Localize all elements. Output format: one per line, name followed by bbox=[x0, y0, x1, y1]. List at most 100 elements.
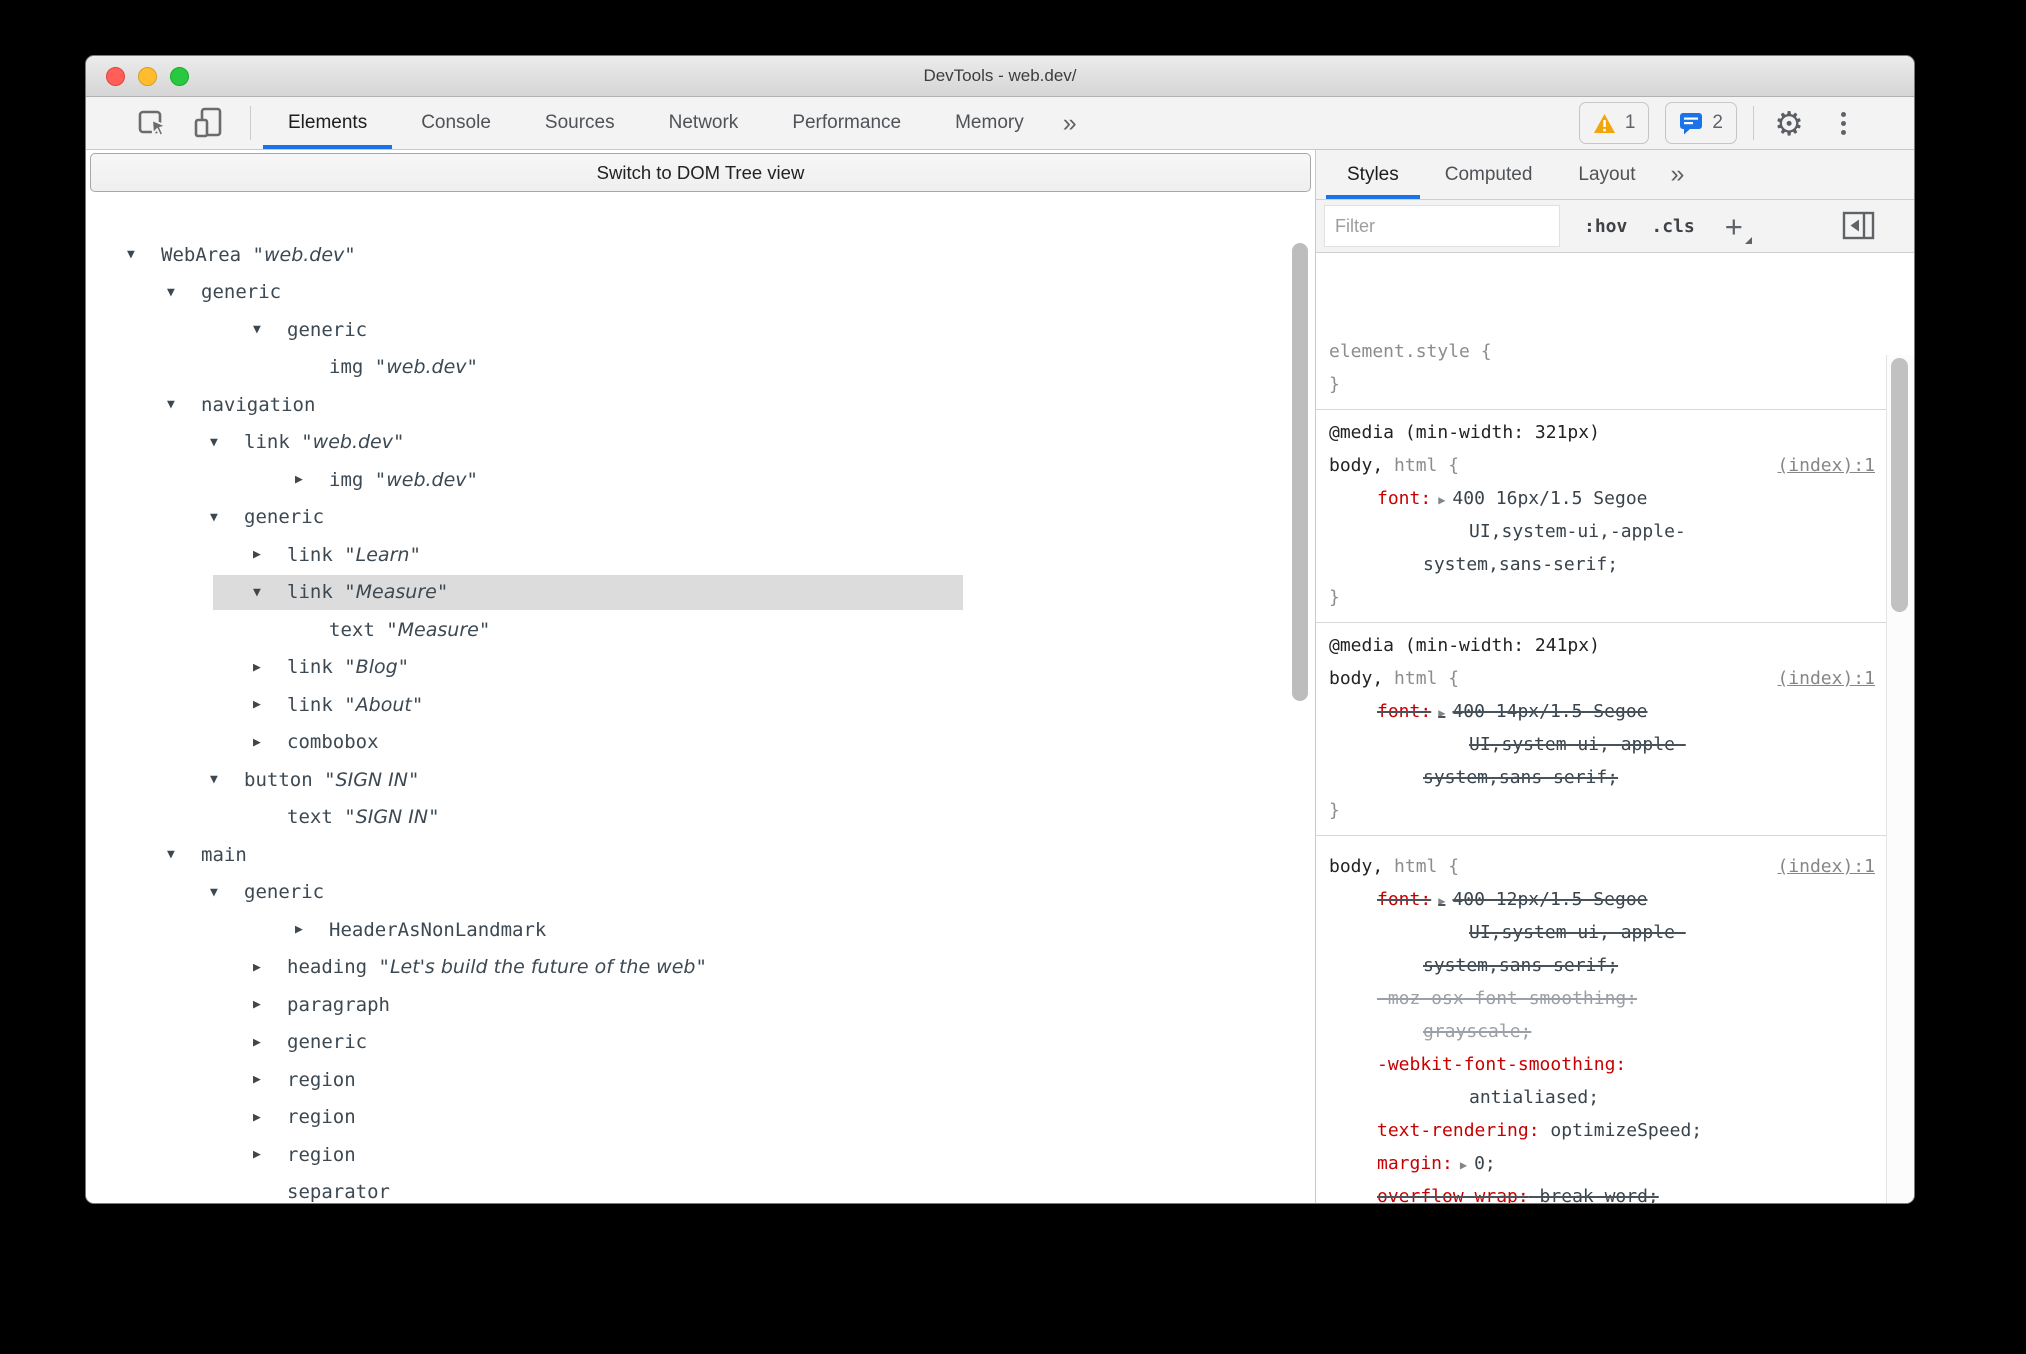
expand-value-arrow-icon[interactable]: ▶ bbox=[1438, 493, 1445, 507]
tree-row-region[interactable]: ▶ region bbox=[86, 1099, 1291, 1137]
css-line[interactable]: system,sans-serif; bbox=[1329, 761, 1877, 794]
expanded-arrow-icon[interactable]: ▼ bbox=[210, 772, 244, 787]
css-line[interactable]: system,sans-serif; bbox=[1329, 949, 1877, 982]
tab-memory[interactable]: Memory bbox=[928, 97, 1051, 149]
settings-gear-icon[interactable]: ⚙ bbox=[1770, 103, 1808, 143]
tree-row-generic[interactable]: ▶ generic bbox=[86, 1024, 1291, 1062]
tree-row-navigation[interactable]: ▼ navigation bbox=[86, 386, 1291, 424]
zoom-window-button[interactable] bbox=[170, 66, 189, 86]
css-line[interactable]: } bbox=[1329, 794, 1877, 827]
tab-sources[interactable]: Sources bbox=[518, 97, 642, 149]
collapsed-arrow-icon[interactable]: ▶ bbox=[253, 697, 287, 712]
tree-row-link-measure[interactable]: ▼ link " Measure " bbox=[86, 574, 1291, 612]
collapsed-arrow-icon[interactable]: ▶ bbox=[253, 1035, 287, 1050]
tree-row-combobox[interactable]: ▶ combobox bbox=[86, 724, 1291, 762]
expand-value-arrow-icon[interactable]: ▶ bbox=[1438, 894, 1445, 908]
css-line[interactable]: font: ▶ 400 12px/1.5 Segoe bbox=[1329, 883, 1877, 916]
minimize-window-button[interactable] bbox=[138, 66, 157, 86]
tree-row-generic[interactable]: ▼ generic bbox=[86, 499, 1291, 537]
expand-value-arrow-icon[interactable]: ▶ bbox=[1460, 1158, 1467, 1172]
styles-filter-input[interactable] bbox=[1324, 205, 1560, 247]
css-line[interactable]: grayscale; bbox=[1329, 1015, 1877, 1048]
css-line[interactable]: font: ▶ 400 14px/1.5 Segoe bbox=[1329, 695, 1877, 728]
css-line[interactable]: UI,system-ui,-apple- bbox=[1329, 916, 1877, 949]
css-line[interactable]: font: ▶ 400 16px/1.5 Segoe bbox=[1329, 482, 1877, 515]
tree-row-link-web-dev[interactable]: ▼ link " web.dev " bbox=[86, 424, 1291, 462]
tab-console[interactable]: Console bbox=[394, 97, 518, 149]
tree-row-webarea-web-dev[interactable]: ▼ WebArea " web.dev " bbox=[86, 236, 1291, 274]
collapsed-arrow-icon[interactable]: ▶ bbox=[253, 1110, 287, 1125]
tree-row-region[interactable]: ▶ region bbox=[86, 1136, 1291, 1174]
collapsed-arrow-icon[interactable]: ▶ bbox=[253, 1072, 287, 1087]
close-window-button[interactable] bbox=[106, 66, 125, 86]
css-line[interactable]: element.style { bbox=[1329, 335, 1877, 368]
stylesheet-source-link[interactable]: (index):1 bbox=[1777, 850, 1875, 883]
sidebar-tab-computed[interactable]: Computed bbox=[1422, 150, 1556, 199]
expanded-arrow-icon[interactable]: ▼ bbox=[167, 847, 201, 862]
css-line[interactable]: overflow-wrap: break-word; bbox=[1329, 1180, 1877, 1203]
tree-row-main[interactable]: ▼ main bbox=[86, 836, 1291, 874]
inspect-element-icon[interactable] bbox=[134, 103, 172, 143]
expanded-arrow-icon[interactable]: ▼ bbox=[127, 247, 161, 262]
tree-row-generic[interactable]: ▼ generic bbox=[86, 874, 1291, 912]
toggle-sidebar-icon[interactable] bbox=[1842, 211, 1876, 241]
styles-scrollbar-thumb[interactable] bbox=[1891, 358, 1908, 612]
css-line[interactable]: UI,system-ui,-apple- bbox=[1329, 515, 1877, 548]
tree-row-text-measure[interactable]: text " Measure " bbox=[86, 611, 1291, 649]
messages-badge[interactable]: 2 bbox=[1665, 102, 1737, 144]
tree-row-img-web-dev[interactable]: ▶ img " web.dev " bbox=[86, 461, 1291, 499]
device-toolbar-icon[interactable] bbox=[192, 103, 230, 143]
tree-row-generic[interactable]: ▼ generic bbox=[86, 274, 1291, 312]
css-line[interactable]: -webkit-font-smoothing: bbox=[1329, 1048, 1877, 1081]
expanded-arrow-icon[interactable]: ▼ bbox=[167, 285, 201, 300]
tree-row-separator[interactable]: separator bbox=[86, 1174, 1291, 1203]
expanded-arrow-icon[interactable]: ▼ bbox=[167, 397, 201, 412]
expanded-arrow-icon[interactable]: ▼ bbox=[210, 885, 244, 900]
new-style-rule-button[interactable]: + bbox=[1725, 211, 1752, 244]
expanded-arrow-icon[interactable]: ▼ bbox=[210, 510, 244, 525]
collapsed-arrow-icon[interactable]: ▶ bbox=[295, 922, 329, 937]
css-line[interactable]: body, html {(index):1 bbox=[1329, 662, 1877, 695]
tree-row-link-blog[interactable]: ▶ link " Blog " bbox=[86, 649, 1291, 687]
switch-to-dom-tree-button[interactable]: Switch to DOM Tree view bbox=[90, 153, 1311, 192]
stylesheet-source-link[interactable]: (index):1 bbox=[1777, 662, 1875, 695]
collapsed-arrow-icon[interactable]: ▶ bbox=[295, 472, 329, 487]
collapsed-arrow-icon[interactable]: ▶ bbox=[253, 735, 287, 750]
css-line[interactable]: antialiased; bbox=[1329, 1081, 1877, 1114]
css-line[interactable]: @media (min-width: 241px) bbox=[1329, 629, 1877, 662]
css-line[interactable]: body, html {(index):1 bbox=[1329, 449, 1877, 482]
collapsed-arrow-icon[interactable]: ▶ bbox=[253, 960, 287, 975]
collapsed-arrow-icon[interactable]: ▶ bbox=[253, 547, 287, 562]
tree-scrollbar-thumb[interactable] bbox=[1292, 243, 1308, 701]
expanded-arrow-icon[interactable]: ▼ bbox=[210, 435, 244, 450]
toggle-hover-state-button[interactable]: :hov bbox=[1584, 216, 1627, 237]
tab-performance[interactable]: Performance bbox=[765, 97, 928, 149]
tab-network[interactable]: Network bbox=[642, 97, 766, 149]
css-line[interactable]: margin: ▶ 0; bbox=[1329, 1147, 1877, 1180]
css-line[interactable]: system,sans-serif; bbox=[1329, 548, 1877, 581]
tab-elements[interactable]: Elements bbox=[261, 97, 394, 149]
tree-row-paragraph[interactable]: ▶ paragraph bbox=[86, 986, 1291, 1024]
sidebar-more-tabs-chevron[interactable]: » bbox=[1658, 150, 1696, 199]
sidebar-tab-styles[interactable]: Styles bbox=[1324, 150, 1422, 199]
collapsed-arrow-icon[interactable]: ▶ bbox=[253, 997, 287, 1012]
tree-row-heading-let-s-build-the-future-of-the-web[interactable]: ▶ heading " Let's build the future of the … bbox=[86, 949, 1291, 987]
warnings-badge[interactable]: 1 bbox=[1578, 102, 1650, 144]
more-tabs-chevron[interactable]: » bbox=[1051, 97, 1089, 149]
styles-scrollbar-track[interactable] bbox=[1886, 355, 1914, 1203]
tree-row-button-sign-in[interactable]: ▼ button " SIGN IN " bbox=[86, 761, 1291, 799]
tree-row-region[interactable]: ▶ region bbox=[86, 1061, 1291, 1099]
stylesheet-source-link[interactable]: (index):1 bbox=[1777, 449, 1875, 482]
css-line[interactable]: UI,system-ui,-apple- bbox=[1329, 728, 1877, 761]
expanded-arrow-icon[interactable]: ▼ bbox=[253, 322, 287, 337]
css-line[interactable]: body, html {(index):1 bbox=[1329, 850, 1877, 883]
tree-row-img-web-dev[interactable]: img " web.dev " bbox=[86, 349, 1291, 387]
toggle-element-classes-button[interactable]: .cls bbox=[1651, 216, 1694, 237]
tree-row-link-learn[interactable]: ▶ link " Learn " bbox=[86, 536, 1291, 574]
css-line[interactable]: -moz-osx-font-smoothing: bbox=[1329, 982, 1877, 1015]
css-line[interactable]: @media (min-width: 321px) bbox=[1329, 416, 1877, 449]
tree-row-text-sign-in[interactable]: text " SIGN IN " bbox=[86, 799, 1291, 837]
expanded-arrow-icon[interactable]: ▼ bbox=[253, 585, 287, 600]
expand-value-arrow-icon[interactable]: ▶ bbox=[1438, 706, 1445, 720]
tree-row-generic[interactable]: ▼ generic bbox=[86, 311, 1291, 349]
